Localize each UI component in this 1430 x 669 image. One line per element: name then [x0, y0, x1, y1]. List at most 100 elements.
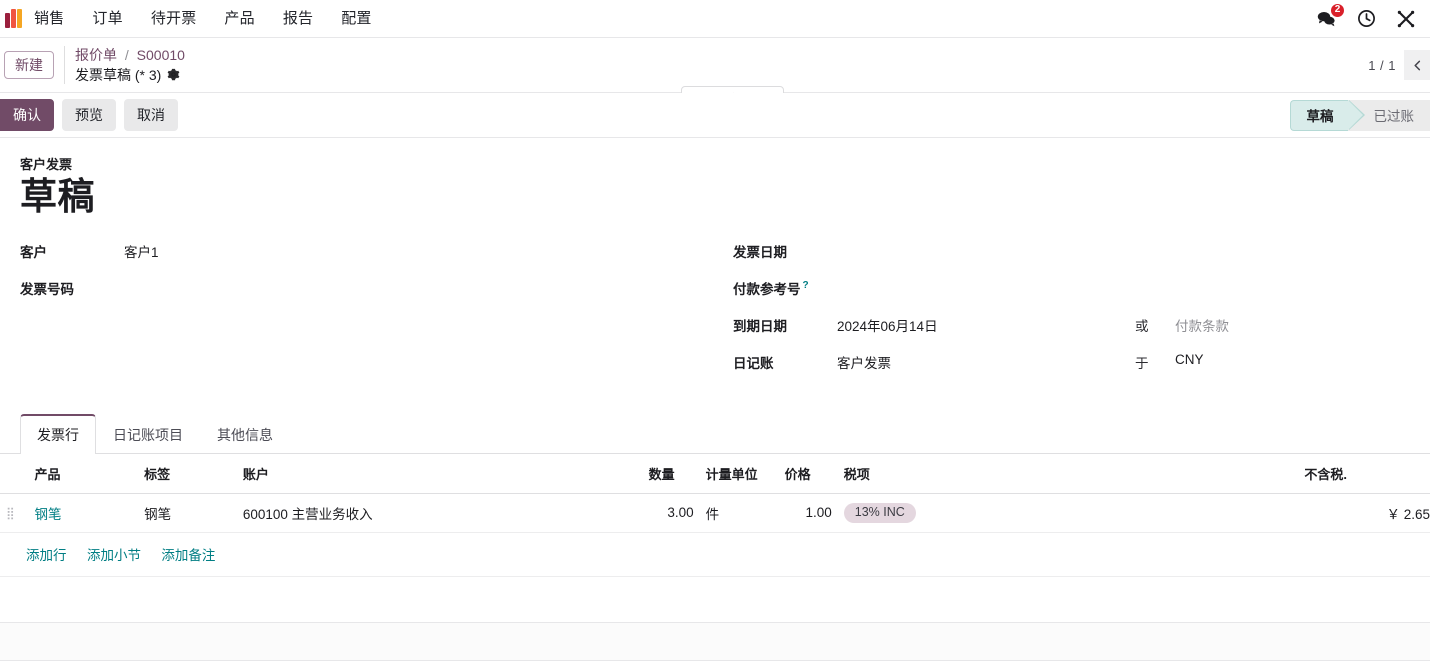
logo-bars-icon [4, 9, 22, 28]
totals-area [0, 576, 1430, 623]
cell-quantity[interactable]: 3.00 [642, 493, 700, 533]
field-currency-value[interactable]: CNY [1175, 350, 1204, 367]
pager-counter: 1 / 1 [1368, 57, 1396, 73]
field-invoice-date-value[interactable] [837, 239, 1135, 259]
table-row[interactable]: ⣿ 钢笔 钢笔 600100 主营业务收入 3.00 件 1.00 13% IN… [0, 493, 1430, 533]
field-invoice-number: 发票号码 [20, 276, 715, 313]
lines-table-head: 产品 标签 账户 数量 计量单位 价格 税项 不含税. [0, 453, 1430, 494]
gear-icon[interactable] [167, 68, 180, 81]
form-sheet: 客户发票 草稿 客户 客户1 发票号码 发票日期 付款参考号 ? 到期日期 20… [0, 138, 1430, 669]
chatter-band [0, 622, 1430, 661]
page-title: 草稿 [20, 176, 95, 217]
breadcrumb-path: 报价单 / S00010 [75, 46, 185, 65]
top-navbar: 销售 订单 待开票 产品 报告 配置 2 [0, 0, 1430, 38]
cell-account[interactable]: 600100 主营业务收入 [236, 493, 643, 533]
field-journal-value[interactable]: 客户发票 [837, 350, 1135, 372]
notebook-tabs: 发票行 日记账项目 其他信息 [0, 413, 1430, 454]
field-partner-value[interactable]: 客户1 [124, 239, 715, 261]
control-panel: 新建 报价单 / S00010 发票草稿 (* 3) 1 / 1 [0, 38, 1430, 135]
breadcrumb-parent-link[interactable]: 报价单 [75, 47, 117, 63]
field-payment-reference: 付款参考号? [733, 276, 1410, 313]
cell-uom[interactable]: 件 [699, 493, 779, 533]
tab-invoice-lines[interactable]: 发票行 [20, 413, 96, 454]
messages-icon[interactable]: 2 [1314, 2, 1345, 31]
messages-badge: 2 [1330, 2, 1345, 18]
main-menu: 销售 订单 待开票 产品 报告 配置 [26, 0, 386, 38]
tab-journal-items[interactable]: 日记账项目 [96, 415, 200, 454]
breadcrumb-separator: / [124, 46, 129, 63]
cell-taxes[interactable]: 13% INC [837, 493, 1299, 533]
col-product[interactable]: 产品 [28, 453, 139, 494]
breadcrumb-current-label: 发票草稿 (* 3) [75, 66, 162, 83]
menu-item-sales[interactable]: 销售 [26, 0, 78, 38]
col-uom[interactable]: 计量单位 [699, 453, 779, 494]
field-partner: 客户 客户1 [20, 239, 715, 276]
odoo-logo[interactable] [0, 0, 26, 38]
cell-label[interactable]: 钢笔 [138, 493, 237, 533]
menu-item-products[interactable]: 产品 [210, 0, 268, 38]
odoo-app-window: 销售 订单 待开票 产品 报告 配置 2 新建 报价单 / S00010 发票草… [0, 0, 1430, 669]
field-payment-reference-label: 付款参考号? [733, 276, 837, 298]
drag-handle-icon[interactable]: ⣿ [6, 507, 15, 519]
pager-area: 1 / 1 [1362, 50, 1430, 80]
bottom-band [0, 660, 1430, 669]
product-link[interactable]: 钢笔 [35, 507, 62, 522]
confirm-button[interactable]: 确认 [0, 99, 54, 131]
field-journal: 日记账 客户发票 于 CNY [733, 350, 1410, 387]
col-label[interactable]: 标签 [138, 453, 237, 494]
field-due-date-value[interactable]: 2024年06月14日 [837, 313, 1135, 335]
breadcrumb: 新建 报价单 / S00010 发票草稿 (* 3) [0, 45, 185, 85]
record-type-label: 客户发票 [20, 157, 73, 172]
row-drag-handle-cell: ⣿ [0, 493, 29, 533]
tax-badge: 13% INC [843, 503, 916, 523]
action-statusbar: 确认 预览 取消 草稿 已过账 [0, 93, 1430, 138]
status-draft[interactable]: 草稿 [1289, 99, 1365, 131]
pager-previous-button[interactable] [1404, 50, 1430, 80]
cancel-button[interactable]: 取消 [124, 99, 178, 131]
field-journal-label: 日记账 [733, 355, 774, 371]
add-note-link[interactable]: 添加备注 [161, 548, 215, 563]
field-invoice-number-label: 发票号码 [20, 281, 74, 297]
col-price[interactable]: 价格 [778, 453, 838, 494]
cell-product[interactable]: 钢笔 [28, 493, 139, 533]
field-invoice-date-label: 发票日期 [733, 244, 787, 260]
status-pipeline: 草稿 已过账 [1289, 99, 1430, 131]
menu-item-configuration[interactable]: 配置 [327, 0, 385, 38]
breadcrumb-block: 报价单 / S00010 发票草稿 (* 3) [64, 45, 185, 85]
menu-item-reporting[interactable]: 报告 [269, 0, 327, 38]
field-payment-reference-value[interactable] [837, 276, 1135, 296]
breadcrumb-current: 发票草稿 (* 3) [75, 66, 185, 85]
add-line-link[interactable]: 添加行 [26, 548, 67, 563]
field-due-date-label: 到期日期 [733, 318, 787, 334]
notebook: 发票行 日记账项目 其他信息 产品 标签 账户 数量 计量单位 价格 税项 不含 [0, 413, 1430, 577]
lines-table-body: ⣿ 钢笔 钢笔 600100 主营业务收入 3.00 件 1.00 13% IN… [0, 493, 1430, 533]
col-taxes[interactable]: 税项 [837, 453, 1299, 494]
field-due-date-or-label: 或 [1135, 318, 1149, 334]
cell-subtotal: ￥ 2.65 [1298, 493, 1430, 533]
debug-tools-icon[interactable] [1394, 7, 1418, 31]
field-invoice-date: 发票日期 [733, 239, 1410, 276]
tab-other-info[interactable]: 其他信息 [200, 415, 290, 454]
field-invoice-number-value[interactable] [124, 276, 715, 296]
field-partner-label: 客户 [20, 244, 47, 260]
help-tooltip-icon[interactable]: ? [803, 280, 809, 291]
lines-header-row: 产品 标签 账户 数量 计量单位 价格 税项 不含税. [0, 453, 1430, 494]
form-column-left: 客户 客户1 发票号码 [20, 239, 715, 387]
activity-clock-icon[interactable] [1354, 7, 1378, 31]
add-line-links: 添加行 添加小节 添加备注 [0, 533, 1430, 577]
col-account[interactable]: 账户 [236, 453, 643, 494]
breadcrumb-record-link[interactable]: S00010 [137, 47, 185, 63]
col-quantity[interactable]: 数量 [642, 453, 700, 494]
add-section-link[interactable]: 添加小节 [87, 548, 141, 563]
form-fields-grid: 客户 客户1 发票号码 发票日期 付款参考号 ? 到期日期 2024年06月14… [20, 239, 1410, 387]
menu-item-orders[interactable]: 订单 [78, 0, 136, 38]
menu-item-to-invoice[interactable]: 待开票 [137, 0, 211, 38]
form-column-right: 发票日期 付款参考号? 到期日期 2024年06月14日 或 付款条款 日记账 … [715, 239, 1410, 387]
new-record-button[interactable]: 新建 [4, 51, 54, 79]
preview-button[interactable]: 预览 [62, 99, 116, 131]
cell-price[interactable]: 1.00 [778, 493, 838, 533]
pager: 1 / 1 [1362, 50, 1430, 80]
col-subtotal[interactable]: 不含税. [1298, 453, 1430, 494]
navbar-systray: 2 [1314, 0, 1424, 38]
field-payment-terms-value[interactable]: 付款条款 [1175, 313, 1229, 335]
